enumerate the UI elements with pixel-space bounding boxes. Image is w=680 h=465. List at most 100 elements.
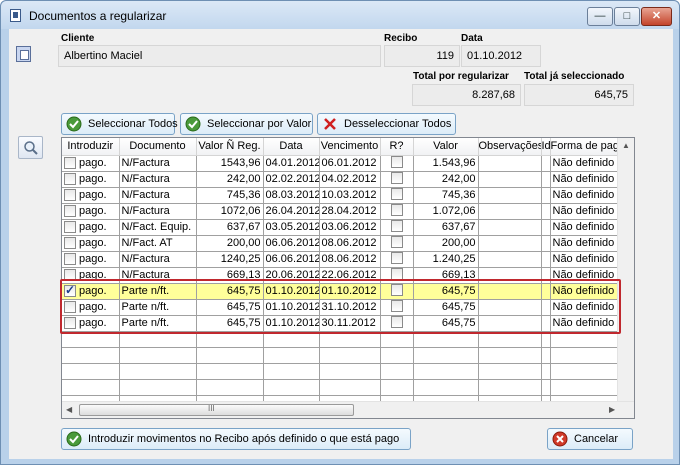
col-valor-nreg[interactable]: Valor Ñ Reg. — [196, 138, 264, 156]
table-row[interactable]: pago. N/Factura 1543,96 04.01.2012 06.01.201… — [62, 155, 634, 172]
cell-observacoes — [478, 251, 542, 268]
introduzir-checkbox[interactable] — [64, 317, 76, 330]
cell-r[interactable] — [380, 283, 414, 300]
cell-data: 03.05.2012 — [263, 219, 320, 236]
horizontal-scroll-thumb[interactable]: III — [79, 404, 354, 416]
cell-r[interactable] — [380, 315, 414, 332]
table-row[interactable]: pago. N/Factura 745,36 08.03.2012 10.03.2012… — [62, 187, 634, 204]
table-row[interactable]: pago. N/Factura 242,00 02.02.2012 04.02.2012… — [62, 171, 634, 188]
cell-valor-nreg: 1543,96 — [196, 155, 264, 172]
empty-cell — [196, 331, 264, 348]
introduzir-label: pago. — [79, 284, 107, 297]
col-vencimento[interactable]: Vencimento — [319, 138, 381, 156]
title-bar[interactable]: Documentos a regularizar — □ ✕ — [1, 1, 679, 29]
cell-introduzir[interactable]: pago. — [62, 203, 120, 220]
cell-r[interactable] — [380, 267, 414, 284]
close-button[interactable]: ✕ — [641, 7, 672, 26]
cell-r[interactable] — [380, 219, 414, 236]
table-row[interactable]: pago. N/Fact. Equip. 637,67 03.05.2012 03.06… — [62, 219, 634, 236]
r-checkbox[interactable] — [390, 203, 403, 216]
cell-documento: N/Fact. AT — [119, 235, 197, 252]
cell-introduzir[interactable]: pago. — [62, 315, 120, 332]
cell-introduzir[interactable]: pago. — [62, 155, 120, 172]
col-valor[interactable]: Valor — [413, 138, 479, 156]
r-checkbox[interactable] — [390, 315, 403, 328]
cell-documento: N/Factura — [119, 203, 197, 220]
cell-r[interactable] — [380, 171, 414, 188]
introduzir-checkbox[interactable] — [64, 237, 76, 250]
cell-r[interactable] — [380, 251, 414, 268]
r-checkbox[interactable] — [390, 267, 403, 280]
introduzir-checkbox[interactable] — [64, 189, 76, 202]
scroll-up-icon[interactable]: ▲ — [622, 141, 630, 150]
select-all-label: Seleccionar Todos — [88, 118, 178, 130]
r-checkbox[interactable] — [390, 187, 403, 200]
r-checkbox[interactable] — [390, 155, 403, 168]
scroll-left-icon[interactable]: ◀ — [66, 405, 72, 414]
r-checkbox[interactable] — [390, 251, 403, 264]
deselect-all-button[interactable]: Desseleccionar Todos — [317, 113, 456, 135]
table-row[interactable]: pago. N/Factura 1072,06 26.04.2012 28.04.201… — [62, 203, 634, 220]
empty-cell — [541, 347, 551, 364]
cell-valor-nreg: 242,00 — [196, 171, 264, 188]
cell-observacoes — [478, 283, 542, 300]
introduzir-checkbox[interactable] — [64, 269, 76, 282]
cell-r[interactable] — [380, 203, 414, 220]
introduzir-checkbox[interactable] — [64, 253, 76, 266]
introduzir-checkbox[interactable] — [64, 205, 76, 218]
table-row[interactable]: pago. N/Factura 669,13 20.06.2012 22.06.2012… — [62, 267, 634, 284]
introduce-movements-button[interactable]: Introduzir movimentos no Recibo após def… — [61, 428, 411, 450]
select-all-button[interactable]: Seleccionar Todos — [61, 113, 178, 135]
introduzir-checkbox[interactable] — [64, 157, 76, 170]
r-checkbox[interactable] — [390, 171, 403, 184]
col-id[interactable]: Id — [541, 138, 551, 156]
minimize-button[interactable]: — — [587, 7, 613, 26]
introduzir-checkbox[interactable] — [64, 173, 76, 186]
check-circle-icon — [66, 431, 82, 447]
col-data[interactable]: Data — [263, 138, 320, 156]
cell-introduzir[interactable]: pago. — [62, 171, 120, 188]
r-checkbox[interactable] — [390, 299, 403, 312]
cell-id — [541, 251, 551, 268]
horizontal-scrollbar[interactable]: ◀ III ▶ — [62, 401, 634, 418]
cancel-button[interactable]: Cancelar — [547, 428, 633, 450]
introduzir-checkbox[interactable] — [64, 283, 76, 298]
maximize-button[interactable]: □ — [614, 7, 640, 26]
empty-cell — [62, 331, 120, 348]
cell-r[interactable] — [380, 155, 414, 172]
empty-cell — [380, 363, 414, 380]
cell-introduzir[interactable]: pago. — [62, 187, 120, 204]
col-documento[interactable]: Documento — [119, 138, 197, 156]
cell-r[interactable] — [380, 187, 414, 204]
r-checkbox[interactable] — [390, 235, 403, 248]
introduzir-checkbox[interactable] — [64, 301, 76, 314]
select-by-value-button[interactable]: Seleccionar por Valor — [180, 113, 313, 135]
table-row[interactable]: pago. Parte n/ft. 645,75 01.10.2012 31.10.20… — [62, 299, 634, 316]
col-r[interactable]: R? — [380, 138, 414, 156]
cell-vencimento: 08.06.2012 — [319, 235, 381, 252]
r-checkbox[interactable] — [390, 219, 403, 232]
cell-introduzir[interactable]: pago. — [62, 283, 120, 300]
search-button[interactable] — [18, 136, 43, 159]
table-row[interactable]: pago. N/Fact. AT 200,00 06.06.2012 08.06.201… — [62, 235, 634, 252]
cell-r[interactable] — [380, 299, 414, 316]
table-row[interactable]: pago. Parte n/ft. 645,75 01.10.2012 30.11.20… — [62, 315, 634, 332]
table-row[interactable]: pago.Parte n/ft.645,7501.10.201201.10.20… — [62, 283, 634, 300]
cell-introduzir[interactable]: pago. — [62, 219, 120, 236]
documents-grid[interactable]: Introduzir Documento Valor Ñ Reg. Data V… — [61, 137, 635, 419]
client-card-icon — [16, 46, 31, 62]
col-introduzir[interactable]: Introduzir — [62, 138, 120, 156]
scroll-right-icon[interactable]: ▶ — [609, 405, 615, 414]
cell-introduzir[interactable]: pago. — [62, 251, 120, 268]
cell-r[interactable] — [380, 235, 414, 252]
r-checkbox[interactable] — [390, 283, 403, 296]
introduzir-checkbox[interactable] — [64, 221, 76, 234]
cell-documento: N/Factura — [119, 187, 197, 204]
vertical-scrollbar[interactable]: ▲ — [617, 138, 634, 418]
cell-introduzir[interactable]: pago. — [62, 235, 120, 252]
cell-introduzir[interactable]: pago. — [62, 299, 120, 316]
table-row[interactable]: pago. N/Factura 1240,25 06.06.2012 08.06.201… — [62, 251, 634, 268]
col-observacoes[interactable]: Observações — [478, 138, 542, 156]
cell-introduzir[interactable]: pago. — [62, 267, 120, 284]
cell-data: 06.06.2012 — [263, 235, 320, 252]
